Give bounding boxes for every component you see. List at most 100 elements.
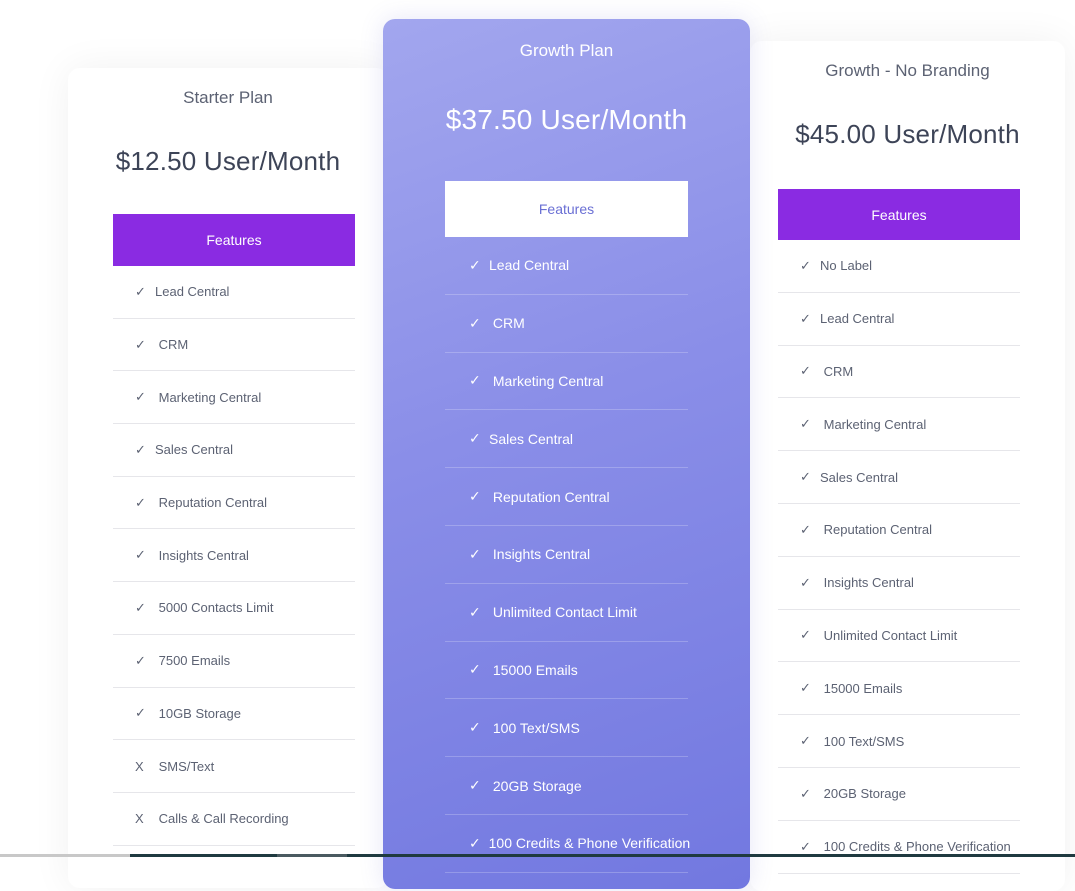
feature-label: Insights Central (489, 546, 591, 563)
feature-label: 7500 Emails (155, 653, 231, 669)
feature-item: ✓ Marketing Central (445, 353, 688, 411)
feature-item: ✓ Reputation Central (445, 468, 688, 526)
feature-label: Marketing Central (820, 416, 927, 432)
feature-item: ✓ Unlimited Contact Limit (778, 610, 1020, 663)
feature-list: ✓ Lead Central ✓ CRM ✓ Marketing Central ✓ Sa… (113, 266, 355, 846)
feature-item: ✓ 20GB Storage (778, 768, 1020, 821)
check-icon: ✓ (469, 372, 481, 389)
feature-item: ✓ Insights Central (778, 557, 1020, 610)
check-icon: ✓ (800, 521, 811, 537)
feature-label: 100 Text/SMS (489, 719, 580, 736)
feature-label: Unlimited Contact Limit (489, 604, 637, 621)
check-icon: ✓ (469, 661, 481, 678)
feature-item: ✓ 15000 Emails (445, 642, 688, 700)
plan-name: Growth - No Branding (825, 61, 990, 80)
feature-item: X SMS/Text (113, 740, 355, 793)
check-icon: ✓ (469, 834, 481, 851)
plan-price: $12.50 User/Month (115, 146, 341, 176)
plan-price: $37.50 User/Month (445, 104, 688, 135)
feature-label: 15000 Emails (489, 661, 578, 678)
feature-item: ✓ 5000 Contacts Limit (113, 582, 355, 635)
feature-item: ✓ CRM (778, 346, 1020, 399)
feature-item: ✓ Reputation Central (113, 477, 355, 530)
feature-item: ✓ CRM (113, 319, 355, 372)
feature-item: ✓ 10GB Storage (113, 688, 355, 741)
check-icon: ✓ (469, 430, 481, 447)
feature-label: Insights Central (155, 547, 249, 563)
feature-label: 10GB Storage (155, 705, 241, 721)
feature-item: ✓ 100 Text/SMS (778, 715, 1020, 768)
feature-item: ✓ Sales Central (113, 424, 355, 477)
feature-item: ✓ Insights Central (445, 526, 688, 584)
feature-item: ✓ No Label (778, 240, 1020, 293)
check-icon: ✓ (469, 719, 481, 736)
check-icon: ✓ (469, 314, 481, 331)
x-icon: X (135, 758, 144, 774)
pricing-card-starter: Starter Plan $12.50 User/Month Features … (68, 68, 388, 888)
feature-item: ✓ Sales Central (445, 410, 688, 469)
check-icon: ✓ (135, 389, 146, 405)
check-icon: ✓ (135, 283, 146, 299)
pricing-card-growth: Growth Plan $37.50 User/Month Features ✓… (383, 19, 750, 889)
check-icon: ✓ (469, 603, 481, 620)
check-icon: ✓ (800, 310, 811, 326)
check-icon: ✓ (469, 777, 481, 794)
feature-item: ✓ 100 Credits & Phone Verification (445, 815, 691, 873)
feature-item: ✓ 20GB Storage (445, 757, 688, 815)
feature-label: 100 Text/SMS (820, 733, 905, 749)
feature-item: ✓ Unlimited Contact Limit (445, 584, 688, 642)
feature-item: ✓ Marketing Central (113, 371, 355, 425)
check-icon: ✓ (469, 488, 481, 505)
feature-label: Lead Central (489, 257, 570, 274)
feature-label: CRM (820, 363, 854, 379)
feature-label: 20GB Storage (489, 777, 582, 794)
feature-label: Reputation Central (155, 495, 268, 511)
feature-label: Reputation Central (489, 488, 610, 505)
feature-item: ✓ Sales Central (778, 451, 1020, 504)
feature-item: ✓ Marketing Central (778, 398, 1020, 452)
plan-name: Growth Plan (519, 41, 614, 60)
check-icon: ✓ (135, 441, 146, 457)
feature-label: Insights Central (820, 575, 914, 591)
feature-label: Sales Central (489, 430, 574, 447)
feature-label: Sales Central (155, 442, 234, 458)
feature-label: 20GB Storage (820, 786, 906, 802)
feature-label: SMS/Text (155, 758, 215, 774)
feature-label: CRM (489, 315, 525, 332)
features-button[interactable]: Features (113, 214, 355, 266)
feature-label: Sales Central (820, 469, 899, 485)
feature-item: ✓ 7500 Emails (113, 635, 355, 688)
feature-item: ✓ 100 Text/SMS (445, 699, 688, 758)
check-icon: ✓ (800, 416, 811, 432)
feature-label: 100 Credits & Phone Verification (820, 839, 1011, 855)
check-icon: ✓ (800, 257, 811, 273)
feature-item: ✓ 100 Credits & Phone Verification (778, 821, 1020, 874)
check-icon: ✓ (469, 256, 481, 273)
feature-label: No Label (820, 258, 873, 274)
feature-item: ✓ Insights Central (113, 529, 355, 583)
check-icon: ✓ (135, 705, 146, 721)
feature-label: Calls & Call Recording (155, 811, 289, 827)
feature-label: 100 Credits & Phone Verification (484, 835, 691, 852)
feature-item: ✓ Reputation Central (778, 504, 1020, 557)
check-icon: ✓ (800, 785, 811, 801)
check-icon: ✓ (800, 838, 811, 854)
check-icon: ✓ (800, 574, 811, 590)
feature-label: Reputation Central (820, 522, 933, 538)
check-icon: ✓ (135, 336, 146, 352)
check-icon: ✓ (800, 733, 811, 749)
feature-label: Lead Central (820, 311, 895, 327)
feature-label: CRM (155, 337, 189, 353)
check-icon: ✓ (800, 469, 811, 485)
check-icon: ✓ (800, 680, 811, 696)
features-button[interactable]: Features (445, 181, 688, 237)
plan-price: $45.00 User/Month (795, 119, 1020, 149)
feature-label: Unlimited Contact Limit (820, 627, 958, 643)
feature-label: 5000 Contacts Limit (155, 600, 274, 616)
check-icon: ✓ (135, 547, 146, 563)
features-button[interactable]: Features (778, 189, 1020, 240)
feature-item: ✓ Lead Central (445, 237, 688, 295)
feature-label: Marketing Central (155, 389, 262, 405)
check-icon: ✓ (800, 363, 811, 379)
feature-label: Marketing Central (489, 372, 604, 389)
